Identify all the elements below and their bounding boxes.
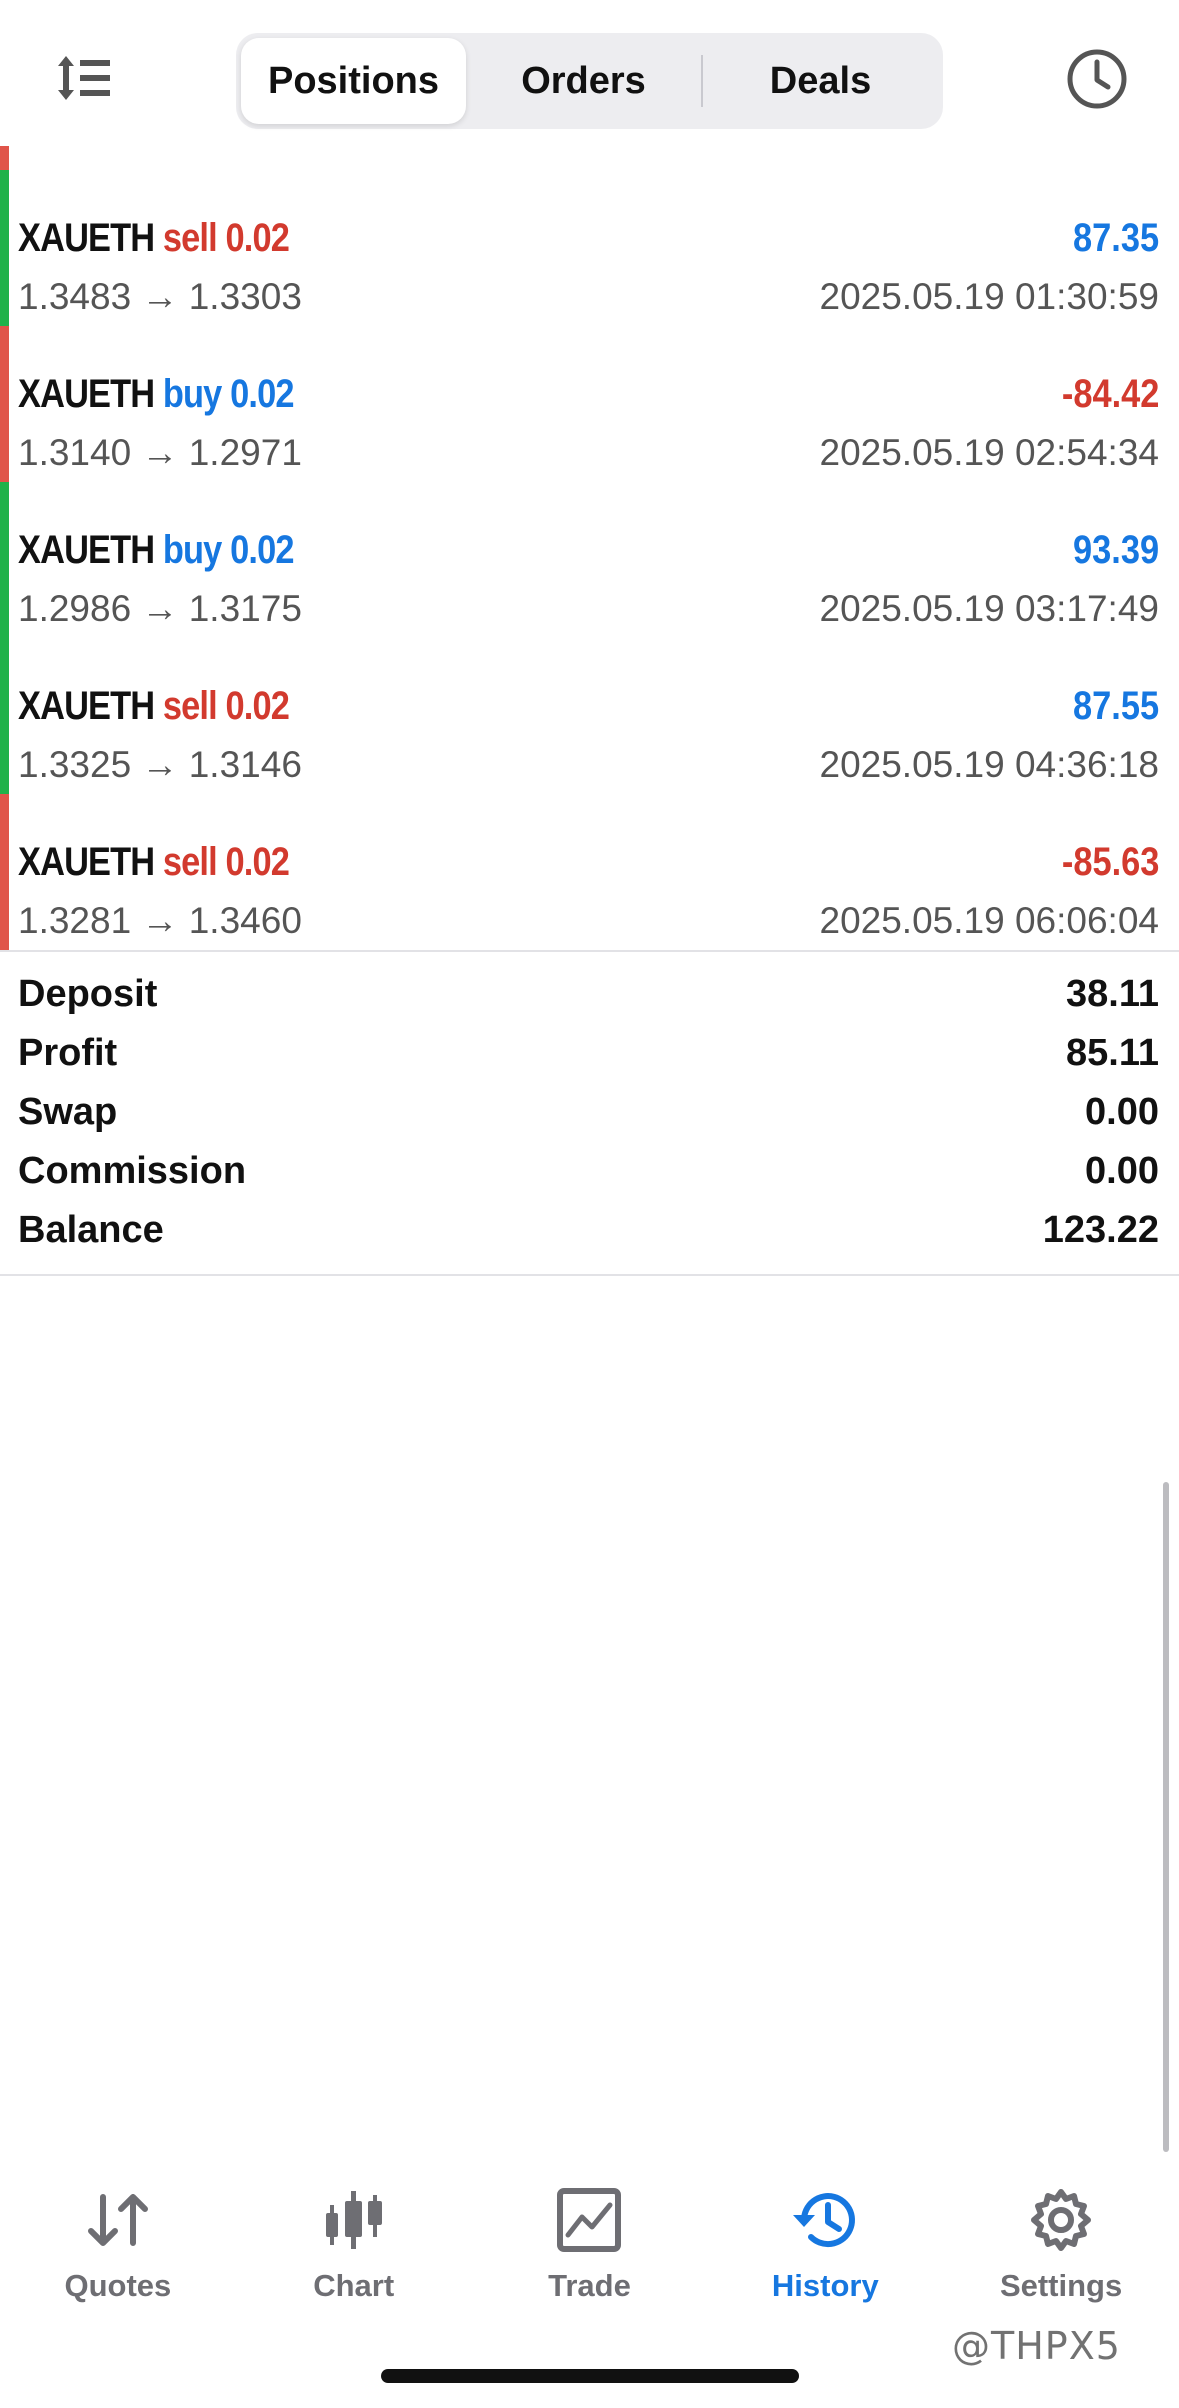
summary-row-balance: Balance 123.22 [0,1201,1179,1260]
history-icon [793,2193,856,2248]
deal-symbol: XAUETH [18,216,155,260]
deal-time: 2025.05.19 04:36:18 [819,744,1160,785]
summary-label: Swap [18,1091,118,1133]
tab-trade[interactable]: Trade [472,2170,708,2320]
scrollbar[interactable] [1163,1482,1169,2152]
deal-symbol: XAUETH [18,840,155,884]
deal-row[interactable]: XAUETH buy 0.02 93.39 1.2986 → 1.3175 202… [0,482,1179,638]
summary-value: 38.11 [1066,973,1159,1015]
bottom-tab-bar: Quotes Chart Trade History Settings [0,2170,1179,2320]
profit-indicator-bar [0,326,9,482]
summary-value: 85.11 [1066,1032,1159,1074]
quotes-icon [87,2194,148,2246]
summary-value: 0.00 [1085,1150,1159,1192]
deal-time: 2025.05.19 03:17:49 [819,588,1160,629]
summary-row-swap: Swap 0.00 [0,1083,1179,1142]
deal-profit: -85.63 [1061,840,1159,884]
deal-prices: 1.2986 → 1.3175 [18,588,302,629]
summary-label: Balance [18,1209,164,1251]
deal-prices: 1.3281 → 1.3460 [18,900,302,941]
tab-chart-label: Chart [313,2268,395,2303]
summary-label: Deposit [18,973,158,1015]
deal-title: XAUETH buy 0.02 [18,372,295,416]
deal-time: 2025.05.19 02:54:34 [819,432,1160,473]
deal-symbol: XAUETH [18,372,155,416]
deal-row[interactable]: XAUETH sell 0.02 87.55 1.3325 → 1.3146 20… [0,638,1179,794]
clock-icon [1067,49,1127,109]
deal-side: buy 0.02 [162,528,295,572]
profit-indicator-bar [0,638,9,794]
deal-profit: 87.35 [1072,216,1159,260]
trade-chart-icon [557,2188,622,2252]
profit-indicator-bar [0,482,9,638]
sort-button[interactable] [48,45,120,110]
summary-row-deposit: Deposit 38.11 [0,965,1179,1024]
summary-row-profit: Profit 85.11 [0,1024,1179,1083]
tab-history-label: History [771,2268,879,2303]
deal-row[interactable]: XAUETH sell 0.02 87.35 1.3483 → 1.3303 20… [0,170,1179,326]
deal-time: 2025.05.19 01:30:59 [819,276,1160,317]
profit-indicator-bar [0,170,9,326]
deal-side: sell 0.02 [162,840,290,884]
tab-deals-label: Deals [769,59,872,102]
tab-history[interactable]: History [707,2170,943,2320]
deal-title: XAUETH sell 0.02 [18,684,290,728]
deal-profit: 87.55 [1072,684,1159,728]
period-button[interactable] [1060,42,1134,116]
list-divider [0,950,1179,952]
tab-settings-label: Settings [999,2268,1123,2303]
deal-symbol: XAUETH [18,684,155,728]
tab-orders-label: Orders [521,59,646,102]
deal-profit: 93.39 [1072,528,1159,572]
deal-title: XAUETH sell 0.02 [18,840,290,884]
home-indicator[interactable] [381,2369,799,2383]
deal-side: sell 0.02 [162,684,290,728]
tab-positions-label: Positions [267,59,440,102]
sort-icon [58,55,110,100]
summary-value: 123.22 [1042,1209,1159,1251]
previous-row-indicator [0,146,9,170]
deal-title: XAUETH buy 0.02 [18,528,295,572]
tab-orders[interactable]: Orders [466,38,701,124]
tab-quotes[interactable]: Quotes [0,2170,236,2320]
summary-label: Commission [18,1150,247,1192]
tab-trade-label: Trade [548,2268,631,2303]
history-screen: Positions Orders Deals XAUETH sell 0.02 8… [0,0,1179,2408]
profit-indicator-bar [0,794,9,950]
tab-positions[interactable]: Positions [241,38,466,124]
tab-quotes-label: Quotes [64,2268,172,2303]
summary-label: Profit [18,1032,118,1074]
deal-time: 2025.05.19 06:06:04 [819,900,1160,941]
summary-row-commission: Commission 0.00 [0,1142,1179,1201]
deal-side: sell 0.02 [162,216,290,260]
summary-value: 0.00 [1085,1091,1159,1133]
watermark: @THPX5 [952,2324,1121,2368]
candlestick-chart-icon [325,2191,382,2249]
summary-divider [0,1274,1179,1276]
deal-side: buy 0.02 [162,372,295,416]
deal-prices: 1.3325 → 1.3146 [18,744,302,785]
deals-list: XAUETH sell 0.02 87.35 1.3483 → 1.3303 20… [0,170,1179,950]
gear-icon [1031,2189,1092,2251]
deal-row[interactable]: XAUETH buy 0.02 -84.42 1.3140 → 1.2971 20… [0,326,1179,482]
top-bar: Positions Orders Deals [0,0,1179,150]
account-summary: Deposit 38.11 Profit 85.11 Swap 0.00 Com… [0,965,1179,1260]
deal-profit: -84.42 [1061,372,1159,416]
deal-prices: 1.3140 → 1.2971 [18,432,302,473]
deal-symbol: XAUETH [18,528,155,572]
tab-settings[interactable]: Settings [943,2170,1179,2320]
tab-chart[interactable]: Chart [236,2170,472,2320]
deal-row[interactable]: XAUETH sell 0.02 -85.63 1.3281 → 1.3460 2… [0,794,1179,950]
deal-prices: 1.3483 → 1.3303 [18,276,302,317]
view-segmented-control: Positions Orders Deals [236,33,943,129]
tab-deals[interactable]: Deals [703,38,938,124]
deal-title: XAUETH sell 0.02 [18,216,290,260]
